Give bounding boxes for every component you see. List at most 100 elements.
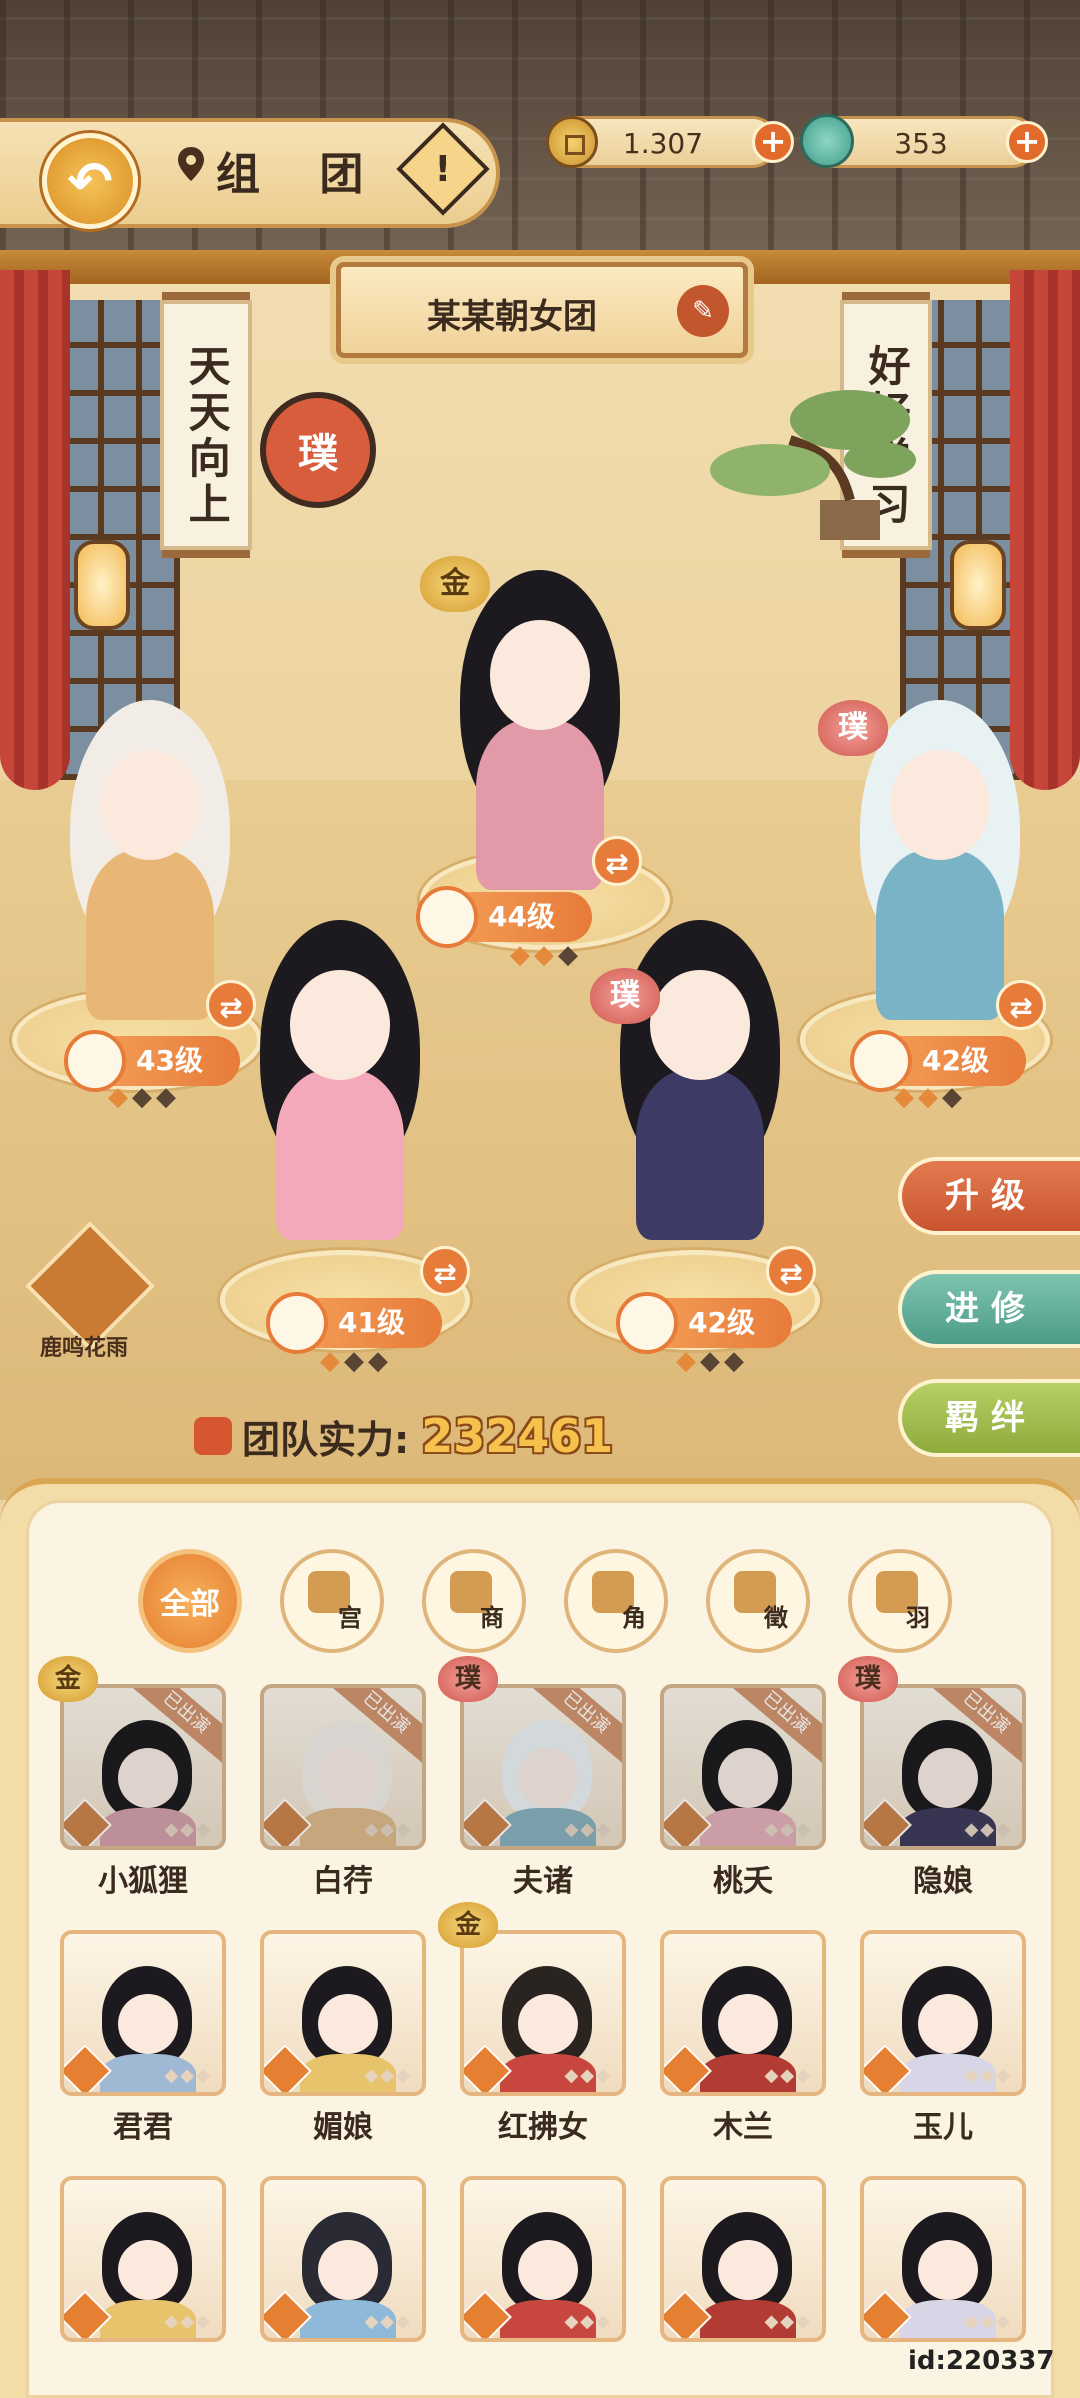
- character-sprite[interactable]: [230, 900, 450, 1240]
- character-face: [718, 1748, 778, 1808]
- character-card[interactable]: ◆◆◆ 已出演: [460, 1684, 626, 1850]
- rank-badge: 金: [438, 1902, 498, 1948]
- character-outfit: [636, 1070, 764, 1240]
- character-outfit: [86, 850, 214, 1020]
- filter-tab-0[interactable]: 全部: [138, 1549, 242, 1653]
- rank-badge: 璞: [818, 700, 888, 756]
- star-rating: ◆◆◆: [764, 1819, 812, 1840]
- star-rating: ◆◆◆: [364, 2311, 412, 2332]
- character-sprite[interactable]: [40, 680, 260, 1020]
- star-icon: ◆: [344, 1346, 368, 1376]
- swap-character-button[interactable]: ⇄: [592, 836, 642, 886]
- lantern-icon: [74, 540, 130, 630]
- scroll-text: 天天向上: [182, 344, 232, 528]
- character-face: [100, 750, 200, 860]
- character-card[interactable]: ◆◆◆: [660, 2176, 826, 2342]
- upgrade-button[interactable]: 升级: [898, 1157, 1080, 1235]
- character-card[interactable]: ◆◆◆: [460, 1930, 626, 2096]
- character-face: [518, 1748, 578, 1808]
- character-outfit: [276, 1070, 404, 1240]
- rank-badge: 金: [420, 556, 490, 612]
- star-rating: ◆◆◆: [964, 2065, 1012, 2086]
- character-card[interactable]: ◆◆◆: [60, 1930, 226, 2096]
- swap-character-button[interactable]: ⇄: [766, 1246, 816, 1296]
- star-rating: ◆◆◆: [564, 2065, 612, 2086]
- character-card[interactable]: ◆◆◆: [260, 2176, 426, 2342]
- character-name: 夫诸: [513, 1864, 573, 1899]
- filter-tab-4[interactable]: 徵: [706, 1549, 810, 1653]
- character-face: [718, 1994, 778, 2054]
- brush-icon: ✎: [692, 296, 714, 326]
- filter-label: 宫: [338, 1604, 362, 1632]
- rank-badge: 璞: [590, 968, 660, 1024]
- role-icon: [616, 1292, 678, 1354]
- character-name: 红拂女: [498, 2110, 588, 2145]
- star-icon: ◆: [156, 1082, 180, 1112]
- advance-button[interactable]: 进修: [898, 1270, 1080, 1348]
- star-icon: ◆: [558, 940, 582, 970]
- character-card[interactable]: ◆◆◆: [860, 1930, 1026, 2096]
- star-rating: ◆◆◆: [564, 2311, 612, 2332]
- power-label: 团队实力:: [242, 1417, 410, 1462]
- swap-character-button[interactable]: ⇄: [996, 980, 1046, 1030]
- add-jade-button[interactable]: +: [1006, 121, 1048, 163]
- filter-label: 商: [480, 1604, 504, 1632]
- swap-character-button[interactable]: ⇄: [420, 1246, 470, 1296]
- character-card[interactable]: ◆◆◆: [460, 2176, 626, 2342]
- character-name: 木兰: [713, 2110, 773, 2145]
- filter-label: 徵: [764, 1604, 788, 1632]
- star-rating: ◆◆◆: [764, 2311, 812, 2332]
- character-card[interactable]: ◆◆◆: [860, 2176, 1026, 2342]
- star-rating: ◆◆◆: [564, 1819, 612, 1840]
- star-icon: ◆: [132, 1082, 156, 1112]
- star-rating: ◆◆◆: [764, 2065, 812, 2086]
- character-face: [318, 2240, 378, 2300]
- level-text: 43级: [136, 1044, 203, 1077]
- character-card[interactable]: ◆◆◆ 已出演: [860, 1684, 1026, 1850]
- character-name: 桃夭: [713, 1864, 773, 1899]
- filter-label: 角: [622, 1604, 646, 1632]
- thumbs-up-icon: [194, 1417, 232, 1455]
- seal-badge: 璞: [260, 392, 376, 508]
- level-badge: 43级: [64, 1030, 240, 1092]
- character-face: [118, 1994, 178, 2054]
- lantern-icon: [950, 540, 1006, 630]
- star-rating: ◆◆◆: [164, 2311, 212, 2332]
- character-card[interactable]: ◆◆◆ 已出演: [60, 1684, 226, 1850]
- star-rating: ◆◆◆: [164, 1819, 212, 1840]
- rank-badge: 璞: [438, 1656, 498, 1702]
- character-face: [890, 750, 990, 860]
- character-outfit: [876, 850, 1004, 1020]
- level-text: 44级: [488, 900, 555, 933]
- filter-tab-3[interactable]: 角: [564, 1549, 668, 1653]
- star-rating: ◆◆◆: [320, 1346, 392, 1376]
- character-name: 玉儿: [913, 2110, 973, 2145]
- add-coins-button[interactable]: +: [752, 121, 794, 163]
- character-card[interactable]: ◆◆◆: [260, 1930, 426, 2096]
- filter-tab-2[interactable]: 商: [422, 1549, 526, 1653]
- filter-label: 羽: [906, 1604, 930, 1632]
- character-card[interactable]: ◆◆◆ 已出演: [260, 1684, 426, 1850]
- character-name: 隐娘: [913, 1864, 973, 1899]
- character-card[interactable]: ◆◆◆: [60, 2176, 226, 2342]
- character-face: [318, 1748, 378, 1808]
- level-text: 41级: [338, 1306, 405, 1339]
- coin-icon: [546, 116, 598, 168]
- star-rating: ◆◆◆: [164, 2065, 212, 2086]
- bond-button[interactable]: 羁绊: [898, 1379, 1080, 1457]
- character-sprite[interactable]: [590, 900, 810, 1240]
- event-label: 鹿鸣花雨: [40, 1336, 129, 1361]
- back-button[interactable]: ↶: [42, 133, 138, 229]
- star-rating: ◆◆◆: [364, 2065, 412, 2086]
- character-face: [118, 1748, 178, 1808]
- rank-badge: 璞: [838, 1656, 898, 1702]
- character-card[interactable]: ◆◆◆: [660, 1930, 826, 2096]
- filter-tab-1[interactable]: 宫: [280, 1549, 384, 1653]
- edit-name-button[interactable]: ✎: [677, 285, 729, 337]
- filter-tab-5[interactable]: 羽: [848, 1549, 952, 1653]
- character-card[interactable]: ◆◆◆ 已出演: [660, 1684, 826, 1850]
- star-icon: ◆: [894, 1082, 918, 1112]
- star-icon: ◆: [942, 1082, 966, 1112]
- star-icon: ◆: [108, 1082, 132, 1112]
- character-face: [118, 2240, 178, 2300]
